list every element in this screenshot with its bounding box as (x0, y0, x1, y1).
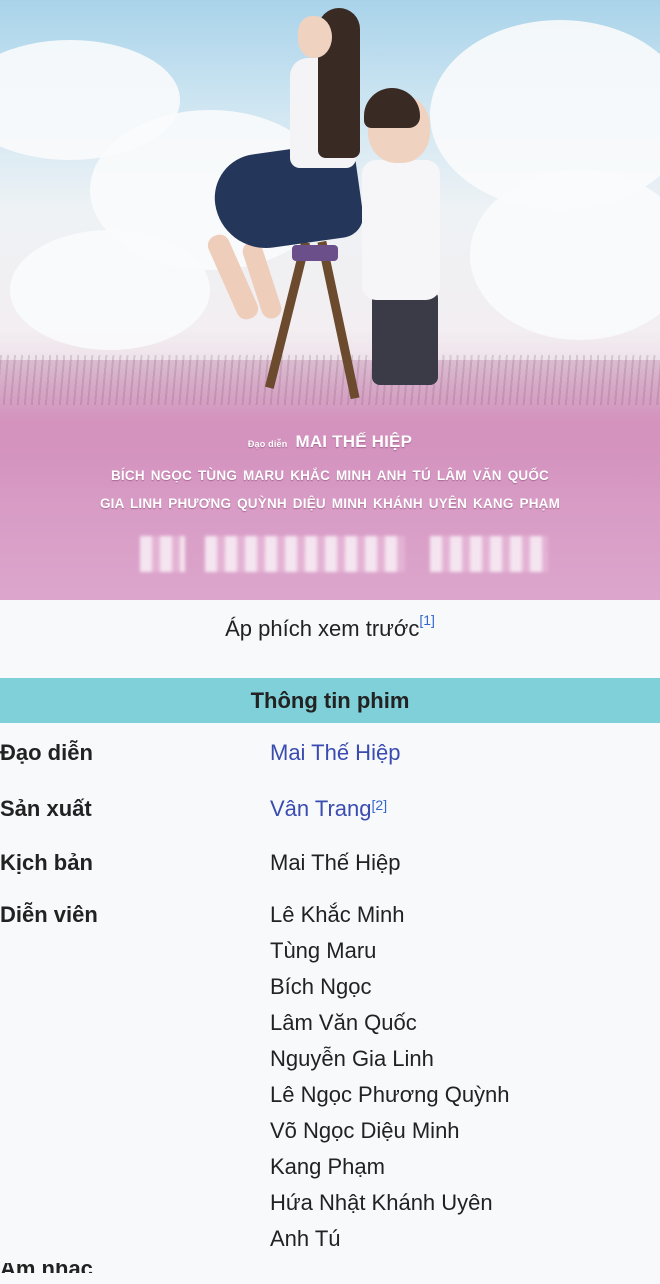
boy-shirt (362, 160, 440, 300)
cast-member: Lê Khắc Minh (270, 902, 405, 927)
poster-director-prefix: Đạo diễn (247, 439, 288, 449)
cast-member: Lâm Văn Quốc (270, 1010, 417, 1035)
cloud (10, 230, 210, 350)
boy-pants (372, 290, 438, 385)
cast-row: Diễn viên Lê Khắc Minh Tùng Maru Bích Ng… (0, 897, 660, 1257)
caption-reference[interactable]: [1] (419, 612, 435, 628)
grass (0, 355, 660, 405)
boy-hair (364, 88, 420, 128)
director-row: Đạo diễn Mai Thế Hiệp (0, 735, 660, 771)
cast-member: Hứa Nhật Khánh Uyên (270, 1190, 493, 1215)
cast-member: Anh Tú (270, 1226, 341, 1251)
poster-caption: Áp phích xem trước[1] (0, 600, 660, 664)
poster-director-credit: Đạo diễn MAI THẾ HIỆP (0, 432, 660, 452)
producer-row: Sản xuất Vân Trang[2] (0, 791, 660, 827)
writer-row: Kịch bản Mai Thế Hiệp (0, 845, 660, 881)
writer-label: Kịch bản (0, 850, 93, 875)
cast-member: Lê Ngọc Phương Quỳnh (270, 1082, 510, 1107)
ladder-top (292, 245, 338, 261)
poster-cast-line-1: BÍCH NGỌC TÙNG MARU KHẮC MINH ANH TÚ LÂM… (110, 468, 550, 483)
girl-face (298, 16, 332, 58)
cast-member: Nguyễn Gia Linh (270, 1046, 434, 1071)
cast-member: Kang Phạm (270, 1154, 385, 1179)
infobox-header: Thông tin phim (0, 678, 660, 723)
caption-text: Áp phích xem trước (225, 616, 420, 641)
cast-member: Võ Ngọc Diệu Minh (270, 1118, 460, 1143)
blurred-text (430, 536, 548, 572)
cast-member: Bích Ngọc (270, 974, 372, 999)
producer-reference[interactable]: [2] (372, 797, 388, 813)
producer-label: Sản xuất (0, 796, 92, 821)
producer-link[interactable]: Vân Trang (270, 796, 372, 821)
cast-label: Diễn viên (0, 902, 98, 927)
writer-value: Mai Thế Hiệp (270, 850, 401, 875)
poster-cast-line-2: GIA LINH PHƯƠNG QUỲNH DIỆU MINH KHÁNH UY… (99, 496, 561, 511)
director-link[interactable]: Mai Thế Hiệp (270, 740, 400, 765)
director-label: Đạo diễn (0, 740, 93, 765)
next-row-label-cutoff: Âm nhạc (0, 1263, 660, 1273)
cast-list: Lê Khắc Minh Tùng Maru Bích Ngọc Lâm Văn… (270, 897, 660, 1257)
blurred-text (205, 536, 405, 572)
poster-director-name: MAI THẾ HIỆP (295, 432, 413, 451)
cast-member: Tùng Maru (270, 938, 377, 963)
movie-poster[interactable]: Đạo diễn MAI THẾ HIỆP BÍCH NGỌC TÙNG MARU… (0, 0, 660, 600)
blurred-text (140, 536, 185, 572)
